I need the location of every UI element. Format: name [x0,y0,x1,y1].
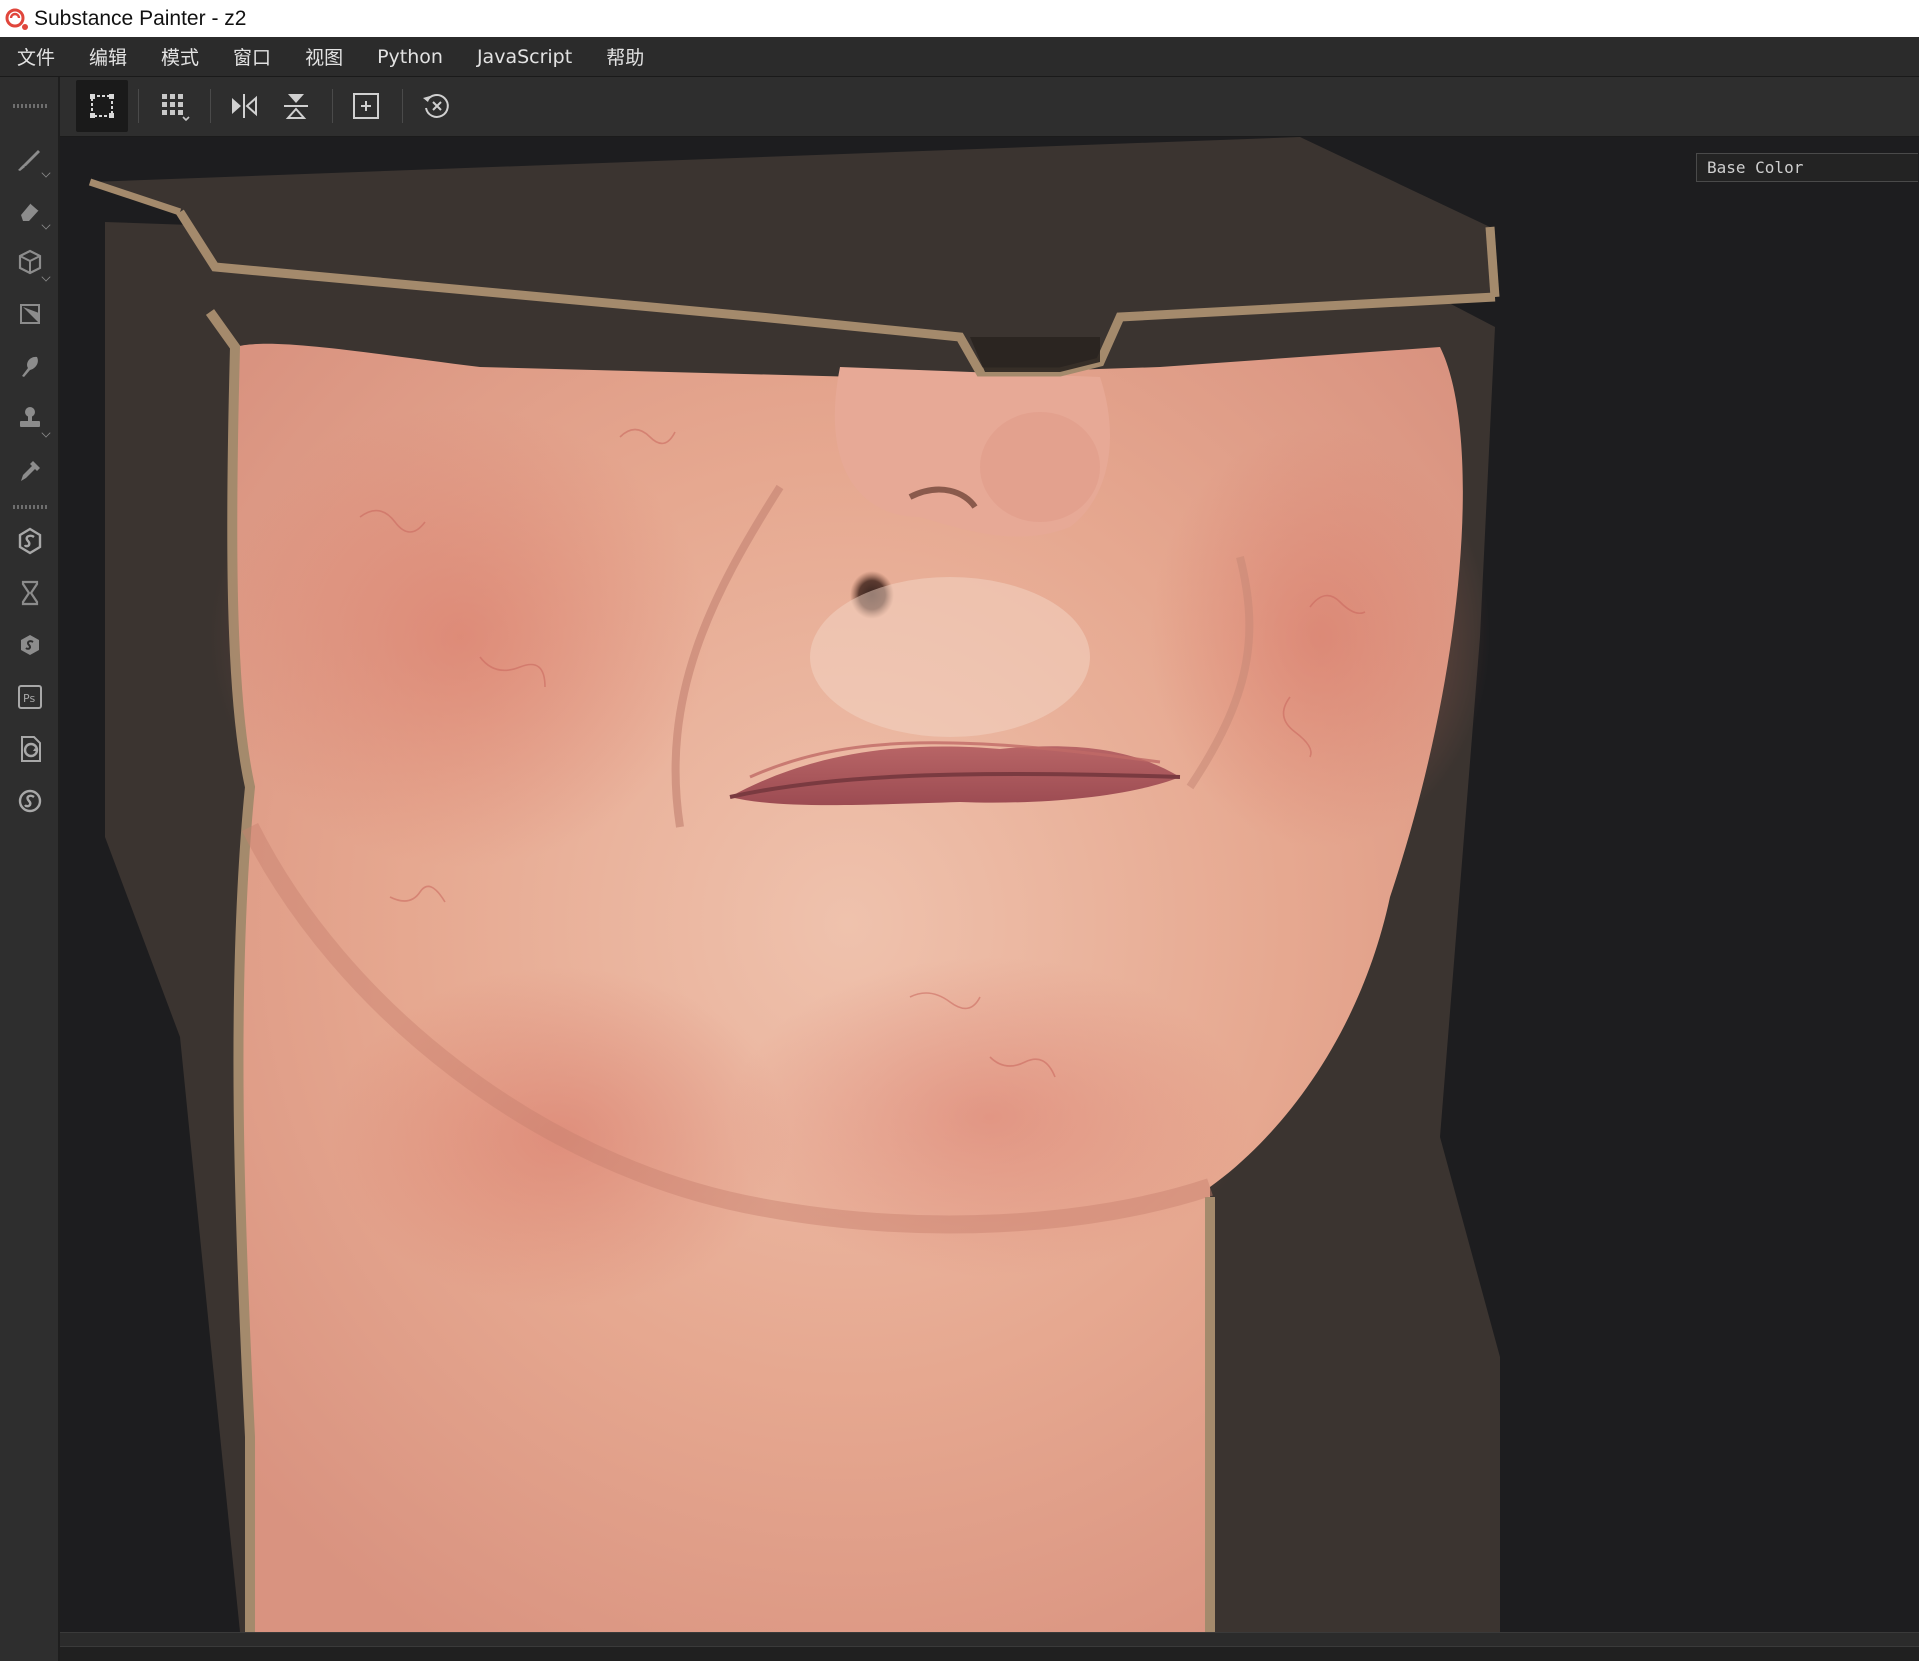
toolbar-grip[interactable] [13,104,47,108]
mesh-render [88,137,1500,1632]
substance-logo-icon[interactable] [12,783,48,819]
menu-edit[interactable]: 编辑 [72,43,144,70]
projection-icon[interactable] [12,244,51,282]
substance-share-icon[interactable] [12,627,48,663]
substance-painter-logo-icon [5,8,28,30]
viewport-bottom-bar [60,1632,1919,1647]
color-picker-icon[interactable] [12,452,48,488]
status-bar [60,1646,1919,1661]
channel-dropdown[interactable]: Base Color [1696,153,1918,182]
menu-view[interactable]: 视图 [288,43,360,70]
clone-stamp-icon[interactable] [12,400,51,438]
grid-options-icon [162,94,190,122]
grid-options-button[interactable] [148,80,200,132]
focus-frame-button[interactable] [340,80,392,132]
menu-python[interactable]: Python [360,46,460,68]
eraser-icon[interactable] [12,192,51,230]
3d-viewport[interactable]: Base Color [60,137,1919,1632]
reset-view-icon [423,94,449,118]
menu-file[interactable]: 文件 [0,43,72,70]
channel-dropdown-value: Base Color [1707,158,1804,177]
sync-icon[interactable] [12,731,48,767]
window-title: Substance Painter - z2 [34,6,247,30]
focus-frame-icon [353,93,379,119]
smudge-icon[interactable] [12,348,48,384]
hourglass-icon[interactable] [12,575,48,611]
menu-help[interactable]: 帮助 [589,43,661,70]
menu-javascript[interactable]: JavaScript [460,46,589,68]
toolbar-separator [138,89,139,123]
tool-sidebar: Ps [0,77,60,1661]
polygon-fill-icon[interactable] [12,296,48,332]
menu-window[interactable]: 窗口 [216,43,288,70]
menu-bar: 文件 编辑 模式 窗口 视图 Python JavaScript 帮助 [0,37,1919,77]
substance-source-icon[interactable] [12,523,48,559]
toolbar-grip-2[interactable] [13,505,47,509]
viewport-toolbar [60,77,1919,137]
title-bar: Substance Painter - z2 [0,0,1919,37]
selection-mode-button[interactable] [76,80,128,132]
mirror-vertical-button[interactable] [270,80,322,132]
paint-brush-icon[interactable] [12,140,51,178]
toolbar-separator [402,89,403,123]
toolbar-separator [210,89,211,123]
menu-mode[interactable]: 模式 [144,43,216,70]
mirror-horizontal-icon [232,94,257,118]
app-window: Substance Painter - z2 文件 编辑 模式 窗口 视图 Py… [0,0,1919,1661]
reset-view-button[interactable] [411,80,463,132]
mirror-horizontal-button[interactable] [218,80,270,132]
svg-text:Ps: Ps [23,692,35,705]
mirror-vertical-icon [284,94,308,119]
selection-mode-icon [90,94,114,118]
toolbar-separator [332,89,333,123]
photoshop-icon[interactable]: Ps [12,679,48,715]
